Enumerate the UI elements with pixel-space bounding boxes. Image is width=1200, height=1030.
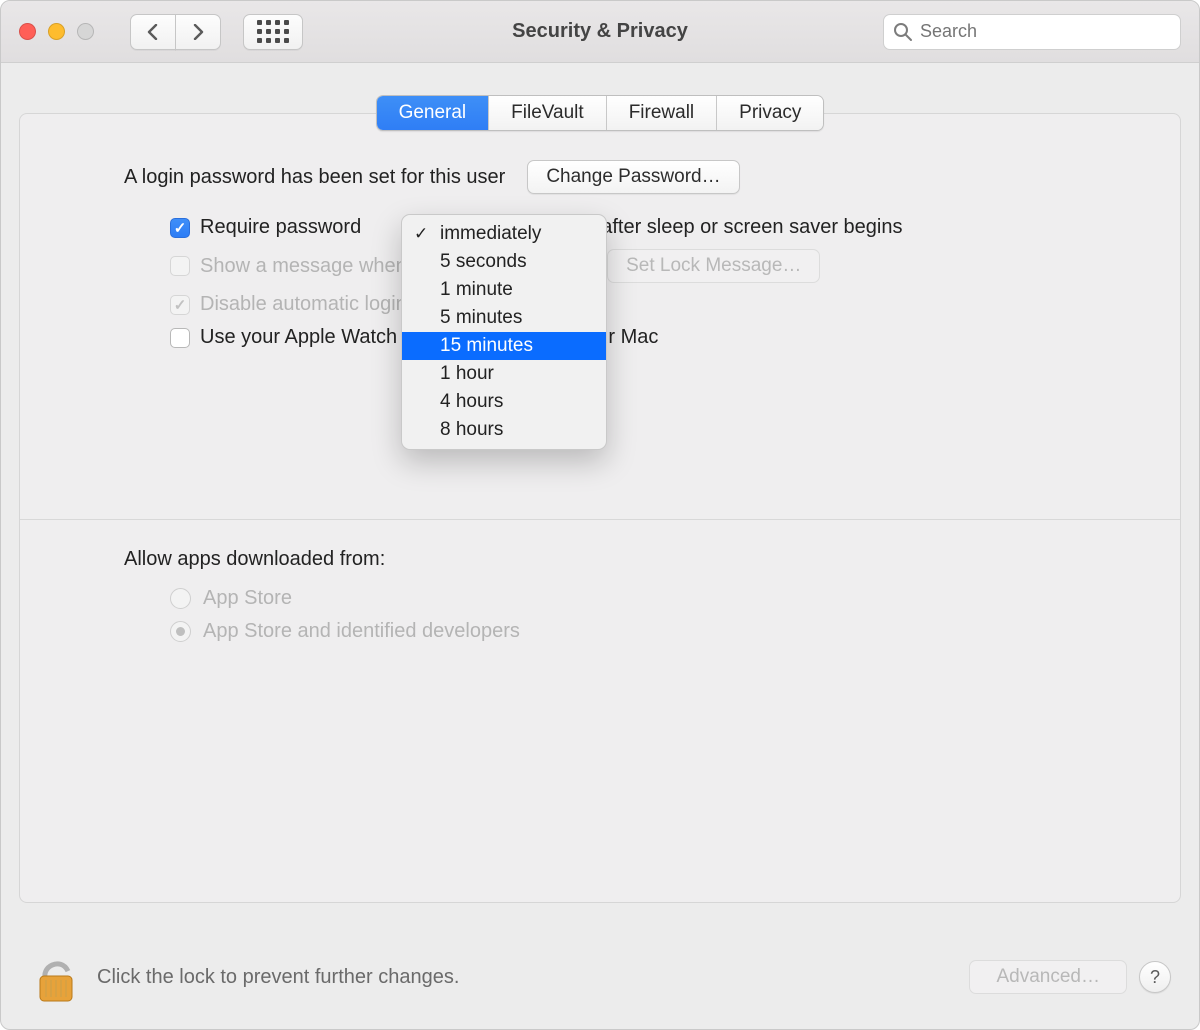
tab-privacy[interactable]: Privacy (717, 96, 823, 130)
disable-auto-login-row: Disable automatic login (170, 293, 1126, 316)
require-password-checkbox[interactable] (170, 218, 190, 238)
show-all-button[interactable] (243, 14, 303, 50)
login-password-row: A login password has been set for this u… (124, 160, 1126, 194)
tab-general[interactable]: General (377, 96, 490, 130)
radio-app-store-dev (170, 621, 191, 642)
dropdown-option-5-minutes[interactable]: 5 minutes (402, 304, 606, 332)
show-message-row: Show a message when the screen is locked… (170, 249, 1126, 283)
lock-icon[interactable] (35, 951, 77, 1003)
require-password-prefix: Require password (200, 216, 361, 239)
footer: Click the lock to prevent further change… (1, 941, 1199, 1029)
advanced-button[interactable]: Advanced… (969, 960, 1127, 994)
titlebar: Security & Privacy (1, 1, 1199, 63)
back-button[interactable] (130, 14, 176, 50)
dropdown-option-8-hours[interactable]: 8 hours (402, 416, 606, 444)
disable-auto-login-checkbox (170, 295, 190, 315)
dropdown-option-1-hour[interactable]: 1 hour (402, 360, 606, 388)
show-message-checkbox (170, 256, 190, 276)
radio-app-store (170, 588, 191, 609)
dropdown-option-15-minutes[interactable]: 15 minutes (402, 332, 606, 360)
require-password-dropdown[interactable]: ✓immediately 5 seconds 1 minute 5 minute… (401, 214, 607, 450)
preferences-window: Security & Privacy General FileVault Fir… (0, 0, 1200, 1030)
close-window-button[interactable] (19, 23, 36, 40)
tab-bar: General FileVault Firewall Privacy (19, 95, 1181, 131)
apple-watch-row: Use your Apple Watch to unlock apps and … (170, 326, 1126, 349)
tab-firewall[interactable]: Firewall (607, 96, 717, 130)
allow-apps-label: Allow apps downloaded from: (124, 548, 1126, 571)
window-controls (19, 23, 94, 40)
disable-auto-login-label: Disable automatic login (200, 293, 407, 316)
search-input[interactable] (883, 14, 1181, 50)
dropdown-option-1-minute[interactable]: 1 minute (402, 276, 606, 304)
radio-app-store-dev-row: App Store and identified developers (170, 620, 1126, 643)
chevron-left-icon (146, 24, 160, 40)
dropdown-option-immediately[interactable]: ✓immediately (402, 220, 606, 248)
radio-app-store-row: App Store (170, 587, 1126, 610)
grid-icon (257, 20, 289, 43)
nav-buttons (130, 14, 221, 50)
require-password-suffix: after sleep or screen saver begins (601, 216, 902, 239)
search-icon (893, 22, 913, 42)
lock-hint-text: Click the lock to prevent further change… (97, 966, 459, 989)
radio-app-store-label: App Store (203, 587, 292, 610)
forward-button[interactable] (175, 14, 221, 50)
change-password-button[interactable]: Change Password… (527, 160, 739, 194)
login-password-label: A login password has been set for this u… (124, 166, 505, 189)
help-button[interactable]: ? (1139, 961, 1171, 993)
minimize-window-button[interactable] (48, 23, 65, 40)
search-container (883, 14, 1181, 50)
content-area: General FileVault Firewall Privacy A log… (1, 63, 1199, 903)
apple-watch-checkbox[interactable] (170, 328, 190, 348)
radio-app-store-dev-label: App Store and identified developers (203, 620, 520, 643)
chevron-right-icon (191, 24, 205, 40)
set-lock-message-button: Set Lock Message… (607, 249, 820, 283)
tab-filevault[interactable]: FileVault (489, 96, 607, 130)
panel-divider (20, 519, 1180, 520)
zoom-window-button[interactable] (77, 23, 94, 40)
checkmark-icon: ✓ (414, 224, 428, 244)
dropdown-option-4-hours[interactable]: 4 hours (402, 388, 606, 416)
require-password-row: Require password after sleep or screen s… (170, 216, 1126, 239)
dropdown-option-5-seconds[interactable]: 5 seconds (402, 248, 606, 276)
